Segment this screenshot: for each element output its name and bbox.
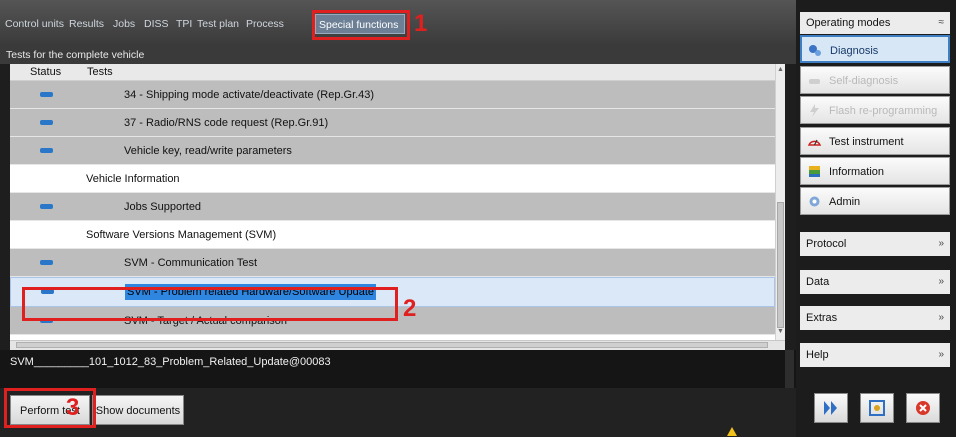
tab-diss[interactable]: DISS [141,14,173,34]
table-header: Status Tests [10,64,785,81]
selected-test-id: SVM_________101_1012_83_Problem_Related_… [10,356,331,368]
scroll-up-arrow-icon[interactable]: ▲ [777,66,784,73]
column-header-status[interactable]: Status [30,64,61,80]
status-indicator-icon [40,120,53,125]
exit-button[interactable] [906,393,940,423]
group-label: Vehicle Information [86,173,180,185]
mode-admin-button[interactable]: Admin [800,187,950,215]
stethoscope-icon [809,45,821,56]
status-indicator-icon [40,204,53,209]
section-extras[interactable]: Extras » [800,306,950,330]
operating-modes-header[interactable]: Operating modes ≈ [800,12,950,34]
tab-results[interactable]: Results [66,14,110,34]
book-icon [809,166,820,177]
annotation-box-3 [4,388,96,428]
table-horizontal-scrollbar[interactable] [10,340,785,350]
screenshot-button[interactable] [860,393,894,423]
mode-label: Diagnosis [830,45,879,57]
main-panel: Control units Results Jobs DISS TPI Test… [0,0,796,437]
mode-diagnosis-button[interactable]: Diagnosis [800,35,950,63]
mode-label: Admin [829,196,861,208]
section-label: Help [806,349,829,361]
section-label: Protocol [806,238,847,250]
status-indicator-icon [40,148,53,153]
annotation-number-1: 1 [414,10,428,37]
annotation-box-2 [22,287,398,321]
expand-chevron-icon[interactable]: » [938,270,944,294]
mode-information-button[interactable]: Information [800,157,950,185]
status-indicator-icon [40,260,53,265]
double-arrow-right-icon [824,401,837,415]
mode-flash-reprogramming-button[interactable]: Flash re-programming [800,96,950,124]
warning-icon [727,427,737,436]
scrollbar-thumb[interactable] [16,342,768,348]
status-indicator-icon [40,92,53,97]
tab-control-units[interactable]: Control units [2,14,66,34]
mode-label: Test instrument [829,136,904,148]
mode-self-diagnosis-button[interactable]: Self-diagnosis [800,66,950,94]
scrollbar-thumb[interactable] [777,202,784,328]
scroll-down-arrow-icon[interactable]: ▼ [777,328,784,335]
show-documents-button[interactable]: Show documents [92,395,184,425]
section-data[interactable]: Data » [800,270,950,294]
column-header-tests[interactable]: Tests [87,64,113,80]
test-info-panel: SVM_________101_1012_83_Problem_Related_… [0,350,796,388]
table-group-row[interactable]: Software Versions Management (SVM) [10,221,775,249]
expand-chevron-icon[interactable]: » [938,306,944,330]
group-label: Software Versions Management (SVM) [86,229,277,241]
section-label: Extras [806,312,838,324]
forward-button[interactable] [814,393,848,423]
table-row[interactable]: SVM - Communication Test [10,249,775,277]
annotation-box-1 [312,10,410,40]
mode-label: Self-diagnosis [829,75,899,87]
test-label: Vehicle key, read/write parameters [124,145,292,157]
expand-chevron-icon[interactable]: » [938,232,944,256]
collapse-chevron-icon[interactable]: ≈ [939,12,945,34]
car-icon [809,79,820,84]
table-row[interactable]: 37 - Radio/RNS code request (Rep.Gr.91) [10,109,775,137]
screenshot-icon [869,400,885,416]
info-scrollbar[interactable] [785,350,794,388]
table-row[interactable]: Jobs Supported [10,193,775,221]
test-label: 34 - Shipping mode activate/deactivate (… [124,89,375,101]
mode-label: Information [829,166,885,178]
sidebar: Operating modes ≈ Diagnosis Self-diagnos… [796,0,956,437]
flash-icon [810,104,819,117]
section-protocol[interactable]: Protocol » [800,232,950,256]
action-bar: Perform test Show documents [0,388,796,437]
tab-test-plan[interactable]: Test plan [194,14,243,34]
section-label: Data [806,276,830,288]
expand-chevron-icon[interactable]: » [938,343,944,367]
test-label: SVM - Communication Test [124,257,258,269]
panel-subheader: Tests for the complete vehicle [0,46,796,64]
mode-test-instrument-button[interactable]: Test instrument [800,127,950,155]
table-group-row[interactable]: Vehicle Information [10,165,775,193]
operating-modes-title: Operating modes [806,17,891,29]
table-row[interactable]: Vehicle key, read/write parameters [10,137,775,165]
gear-icon [809,196,820,207]
tab-tpi[interactable]: TPI [173,14,194,34]
mode-label: Flash re-programming [829,105,938,117]
table-row[interactable]: 34 - Shipping mode activate/deactivate (… [10,81,775,109]
test-label: 37 - Radio/RNS code request (Rep.Gr.91) [124,117,329,129]
test-label: Jobs Supported [124,201,202,213]
gauge-icon [807,139,822,146]
close-icon [916,401,930,415]
tab-jobs[interactable]: Jobs [110,14,141,34]
annotation-number-3: 3 [66,394,80,421]
table-vertical-scrollbar[interactable]: ▲ ▼ [775,64,785,340]
tab-process[interactable]: Process [243,14,311,34]
section-help[interactable]: Help » [800,343,950,367]
annotation-number-2: 2 [403,295,417,322]
